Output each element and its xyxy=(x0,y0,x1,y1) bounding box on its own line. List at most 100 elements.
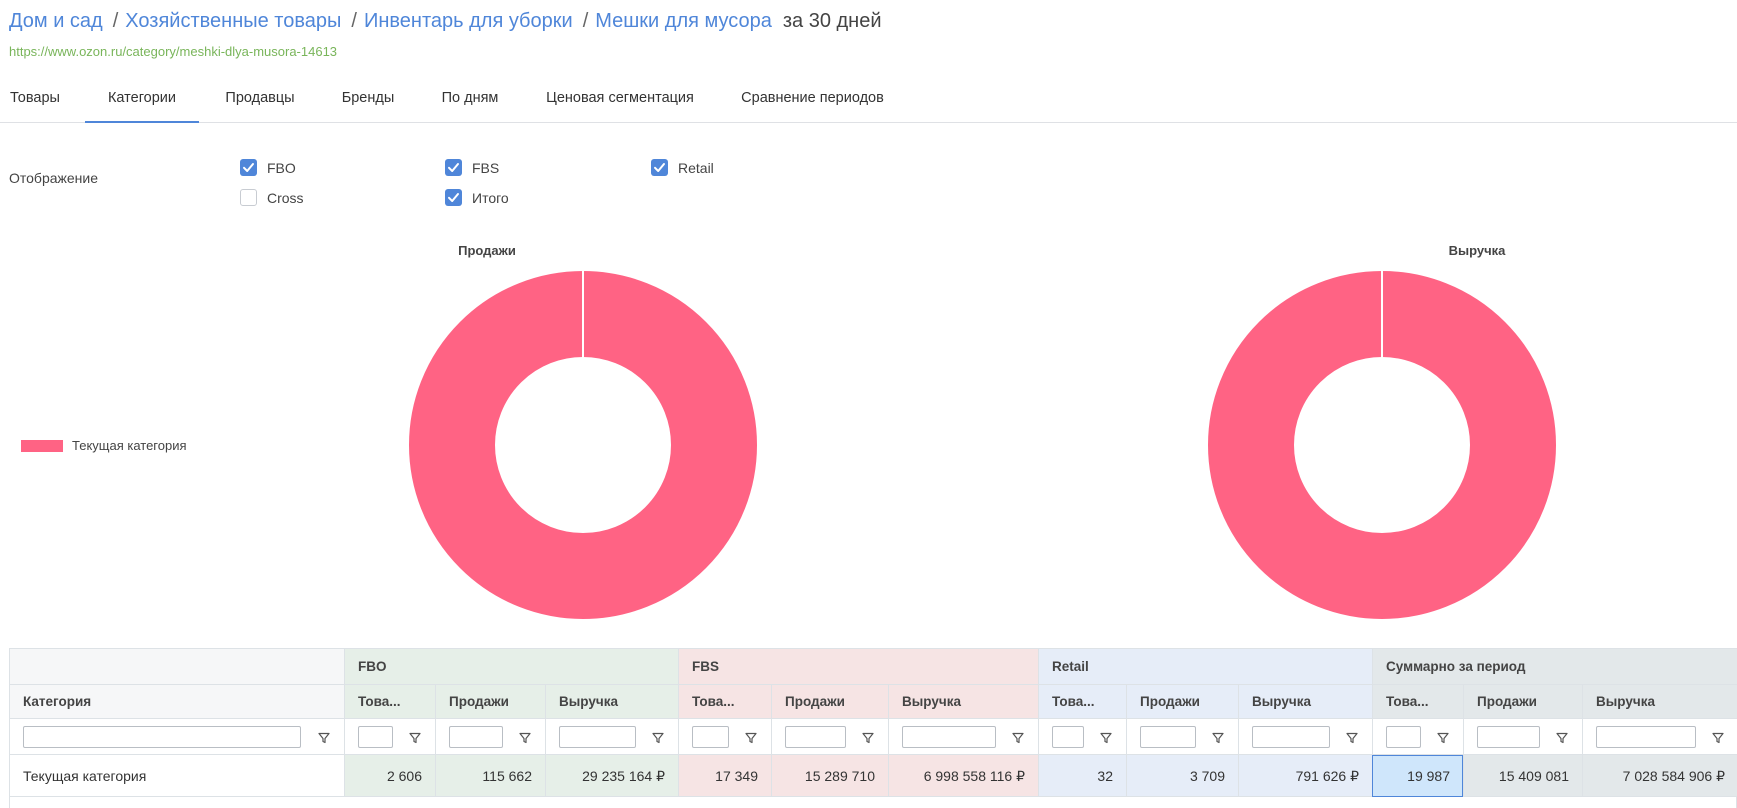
breadcrumb-separator: / xyxy=(582,10,589,32)
table-cell[interactable]: Текущая категория xyxy=(10,755,344,797)
column-header[interactable]: Продажи xyxy=(771,685,888,719)
breadcrumb-household-goods[interactable]: Хозяйственные товары xyxy=(125,10,341,32)
filter-icon[interactable] xyxy=(1346,731,1358,744)
legend-swatch xyxy=(21,439,63,452)
filter-input[interactable] xyxy=(1140,725,1196,748)
tab-products[interactable]: Товары xyxy=(0,84,70,122)
table-cell[interactable]: 791 626 ₽ xyxy=(1238,755,1372,797)
legend-label: Текущая категория xyxy=(72,438,187,453)
tab-brands[interactable]: Бренды xyxy=(333,84,403,122)
table-cell[interactable]: 32 xyxy=(1038,755,1126,797)
checkbox-checked-icon xyxy=(445,159,462,176)
period-label: за 30 дней xyxy=(782,10,882,32)
table-cell[interactable]: 115 662 xyxy=(435,755,545,797)
column-header[interactable]: Выручка xyxy=(1238,685,1372,719)
filter-input[interactable] xyxy=(692,725,729,748)
checkbox-cross-label: Cross xyxy=(267,189,304,206)
tab-price-segmentation[interactable]: Ценовая сегментация xyxy=(540,84,700,122)
table-cell[interactable]: 2 606 xyxy=(344,755,435,797)
table-cell[interactable]: 17 349 xyxy=(678,755,771,797)
checkbox-total[interactable]: Итого xyxy=(445,189,509,206)
tab-by-days[interactable]: По дням xyxy=(430,84,510,122)
column-filter xyxy=(344,719,435,755)
filter-icon[interactable] xyxy=(1437,731,1449,744)
filter-input[interactable] xyxy=(1052,725,1084,748)
checkbox-fbo-label: FBO xyxy=(267,159,296,176)
column-filter xyxy=(771,719,888,755)
chart-revenue-donut xyxy=(1208,270,1556,619)
breadcrumb-separator: / xyxy=(112,10,119,32)
filter-icon[interactable] xyxy=(862,731,874,744)
column-header[interactable]: Това... xyxy=(678,685,771,719)
filter-icon[interactable] xyxy=(1100,731,1112,744)
tab-bar: Товары Категории Продавцы Бренды По дням… xyxy=(0,84,1737,123)
column-header[interactable]: Продажи xyxy=(1126,685,1238,719)
column-header[interactable]: Выручка xyxy=(1582,685,1737,719)
column-header[interactable]: Това... xyxy=(1372,685,1463,719)
category-table: FBO FBS Retail Суммарно за период Категория Т… xyxy=(9,648,1737,808)
breadcrumb: Дом и сад / Хозяйственные товары / Инвентарь… xyxy=(9,8,882,34)
filter-input[interactable] xyxy=(358,725,393,748)
filter-icon[interactable] xyxy=(519,731,531,744)
filter-input[interactable] xyxy=(559,725,636,748)
filter-input[interactable] xyxy=(902,725,996,748)
filter-icon[interactable] xyxy=(652,731,664,744)
filter-icon[interactable] xyxy=(1212,731,1224,744)
column-header[interactable]: Продажи xyxy=(1463,685,1582,719)
checkbox-unchecked-icon xyxy=(240,189,257,206)
tab-categories[interactable]: Категории xyxy=(85,84,199,123)
group-header-category xyxy=(10,649,344,685)
group-header-retail: Retail xyxy=(1038,649,1372,685)
column-header[interactable]: Выручка xyxy=(545,685,678,719)
tab-period-comparison[interactable]: Сравнение периодов xyxy=(735,84,890,122)
tab-sellers[interactable]: Продавцы xyxy=(218,84,302,122)
checkbox-retail[interactable]: Retail xyxy=(651,159,714,176)
filter-icon[interactable] xyxy=(1012,731,1024,744)
filter-icon[interactable] xyxy=(409,731,421,744)
filter-input[interactable] xyxy=(1386,725,1421,748)
column-filter xyxy=(1463,719,1582,755)
table-cell[interactable]: 7 028 584 906 ₽ xyxy=(1582,755,1737,797)
column-header[interactable]: Това... xyxy=(344,685,435,719)
filter-input[interactable] xyxy=(1477,725,1540,748)
checkbox-cross[interactable]: Cross xyxy=(240,189,304,206)
column-header[interactable]: Продажи xyxy=(435,685,545,719)
checkbox-checked-icon xyxy=(445,189,462,206)
column-filter xyxy=(1372,719,1463,755)
breadcrumb-home-garden[interactable]: Дом и сад xyxy=(9,10,103,32)
table-cell[interactable]: 29 235 164 ₽ xyxy=(545,755,678,797)
checkbox-fbo[interactable]: FBO xyxy=(240,159,296,176)
filter-input[interactable] xyxy=(1252,725,1330,748)
checkbox-total-label: Итого xyxy=(472,189,509,206)
table-cell[interactable]: 6 998 558 116 ₽ xyxy=(888,755,1038,797)
group-header-total: Суммарно за период xyxy=(1372,649,1737,685)
filter-input[interactable] xyxy=(1596,725,1696,748)
column-header[interactable]: Выручка xyxy=(888,685,1038,719)
category-url[interactable]: https://www.ozon.ru/category/meshki-dlya… xyxy=(9,44,337,59)
filter-input[interactable] xyxy=(785,725,846,748)
breadcrumb-garbage-bags[interactable]: Мешки для мусора xyxy=(595,10,772,32)
table-cell[interactable]: 15 289 710 xyxy=(771,755,888,797)
filter-input[interactable] xyxy=(449,725,503,748)
checkbox-checked-icon xyxy=(240,159,257,176)
column-header[interactable]: Това... xyxy=(1038,685,1126,719)
column-filter xyxy=(1038,719,1126,755)
table-cell-selected[interactable]: 19 987 xyxy=(1372,755,1463,797)
filter-input[interactable] xyxy=(23,725,301,748)
column-filter xyxy=(545,719,678,755)
column-filter xyxy=(435,719,545,755)
table-cell[interactable]: 15 409 081 xyxy=(1463,755,1582,797)
checkbox-fbs-label: FBS xyxy=(472,159,500,176)
chart-legend[interactable]: Текущая категория xyxy=(21,438,187,453)
filter-icon[interactable] xyxy=(1556,731,1568,744)
filter-icon[interactable] xyxy=(745,731,757,744)
column-filter xyxy=(1126,719,1238,755)
column-header[interactable]: Категория xyxy=(10,685,344,719)
checkbox-fbs[interactable]: FBS xyxy=(445,159,499,176)
filter-icon[interactable] xyxy=(1712,731,1724,744)
breadcrumb-cleaning-supplies[interactable]: Инвентарь для уборки xyxy=(364,10,573,32)
chart-sales-title: Продажи xyxy=(458,243,516,258)
group-header-fbo: FBO xyxy=(344,649,678,685)
table-cell[interactable]: 3 709 xyxy=(1126,755,1238,797)
filter-icon[interactable] xyxy=(318,731,330,744)
